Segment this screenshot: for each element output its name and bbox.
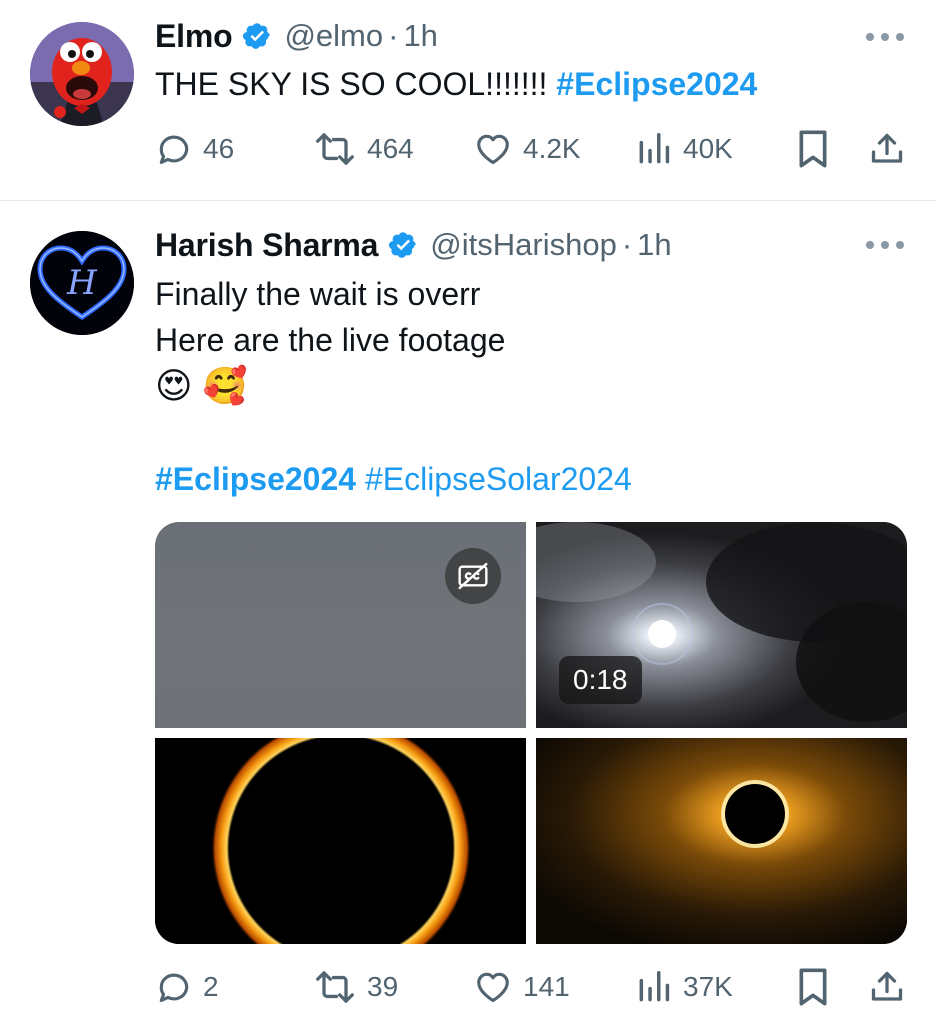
verified-badge-icon	[243, 23, 271, 49]
retweet-icon	[316, 971, 354, 1003]
annular-eclipse-image	[155, 738, 526, 944]
reply-count: 2	[203, 971, 219, 1002]
total-eclipse-image	[536, 738, 907, 944]
more-icon[interactable]	[866, 31, 904, 43]
display-name[interactable]: Harish Sharma	[155, 227, 378, 264]
like-count: 4.2K	[523, 133, 581, 164]
like-count: 141	[523, 971, 570, 1002]
like-button[interactable]: 141	[473, 962, 570, 1012]
media-image-total-eclipse[interactable]	[536, 738, 907, 944]
share-button[interactable]	[869, 124, 905, 174]
video-duration: 0:18	[559, 656, 642, 704]
views-icon	[639, 971, 670, 1002]
tweet-body: THE SKY IS SO COOL!!!!!!!	[155, 66, 557, 102]
views-button[interactable]: 37K	[635, 962, 733, 1012]
timestamp[interactable]: 1h	[637, 227, 671, 263]
captions-off-icon	[458, 562, 488, 590]
retweet-count: 39	[367, 971, 399, 1002]
retweet-icon	[316, 133, 354, 165]
tweet-elmo[interactable]: Elmo @elmo · 1h THE SKY IS SO COOL!!!!!!…	[0, 0, 936, 200]
tweet-text: THE SKY IS SO COOL!!!!!!! #Eclipse2024	[155, 61, 757, 107]
share-icon	[871, 133, 903, 163]
captions-off-button[interactable]	[445, 548, 501, 604]
hashtag-link-1[interactable]: #Eclipse2024	[155, 461, 356, 497]
handle[interactable]: @itsHarishop	[430, 227, 617, 263]
reply-icon	[159, 973, 189, 1003]
views-count: 40K	[683, 133, 733, 164]
tweet-hashtags: #Eclipse2024 #EclipseSolar2024	[155, 456, 632, 502]
bookmark-icon	[799, 130, 827, 168]
avatar-monogram: H	[66, 263, 98, 303]
hashtag-link-2[interactable]: #EclipseSolar2024	[365, 461, 632, 497]
reply-button[interactable]: 46	[155, 124, 234, 174]
timestamp[interactable]: 1h	[403, 18, 437, 54]
media-image-eclipse-clouds[interactable]: 0:18	[536, 522, 907, 728]
reply-count: 46	[203, 133, 235, 164]
media-grid: 0:18	[155, 522, 907, 944]
tweet-header: Elmo @elmo · 1h	[155, 16, 438, 56]
tweet-header: Harish Sharma @itsHarishop · 1h	[155, 225, 672, 265]
like-icon	[477, 972, 509, 1003]
more-icon[interactable]	[866, 239, 904, 251]
hashtag-link[interactable]: #Eclipse2024	[556, 66, 757, 102]
separator-dot: ·	[621, 227, 633, 262]
tweet-line-1: Finally the wait is overr	[155, 276, 481, 312]
share-icon	[871, 971, 903, 1001]
avatar-elmo[interactable]	[30, 22, 134, 126]
bookmark-button[interactable]	[795, 962, 831, 1012]
like-button[interactable]: 4.2K	[473, 124, 581, 174]
retweet-count: 464	[367, 133, 414, 164]
bookmark-icon	[799, 968, 827, 1006]
tweet-text: Finally the wait is overr Here are the l…	[155, 271, 505, 409]
tweet-actions: 2 39 141 37K	[155, 962, 907, 1012]
share-button[interactable]	[869, 962, 905, 1012]
tweet-line-2: Here are the live footage	[155, 322, 506, 358]
media-video-sky[interactable]	[155, 522, 526, 728]
heart-h-avatar-image: H	[30, 231, 134, 335]
bookmark-button[interactable]	[795, 124, 831, 174]
tweet-harish[interactable]: H Harish Sharma @itsHarishop · 1h Finall…	[0, 201, 936, 1024]
reply-button[interactable]: 2	[155, 962, 219, 1012]
retweet-button[interactable]: 39	[313, 962, 398, 1012]
elmo-avatar-image	[30, 22, 134, 126]
verified-badge-icon	[389, 232, 417, 258]
retweet-button[interactable]: 464	[313, 124, 414, 174]
separator-dot: ·	[388, 18, 399, 53]
handle[interactable]: @elmo	[284, 18, 383, 54]
avatar-harish[interactable]: H	[30, 231, 134, 335]
tweet-emojis: 😍 🥰	[155, 365, 248, 406]
like-icon	[477, 134, 509, 165]
views-button[interactable]: 40K	[635, 124, 733, 174]
views-count: 37K	[683, 971, 733, 1002]
views-icon	[639, 133, 670, 164]
reply-icon	[159, 135, 189, 165]
display-name[interactable]: Elmo	[155, 18, 233, 55]
media-image-annular-eclipse[interactable]	[155, 738, 526, 944]
tweet-actions: 46 464 4.2K 40K	[155, 124, 907, 174]
